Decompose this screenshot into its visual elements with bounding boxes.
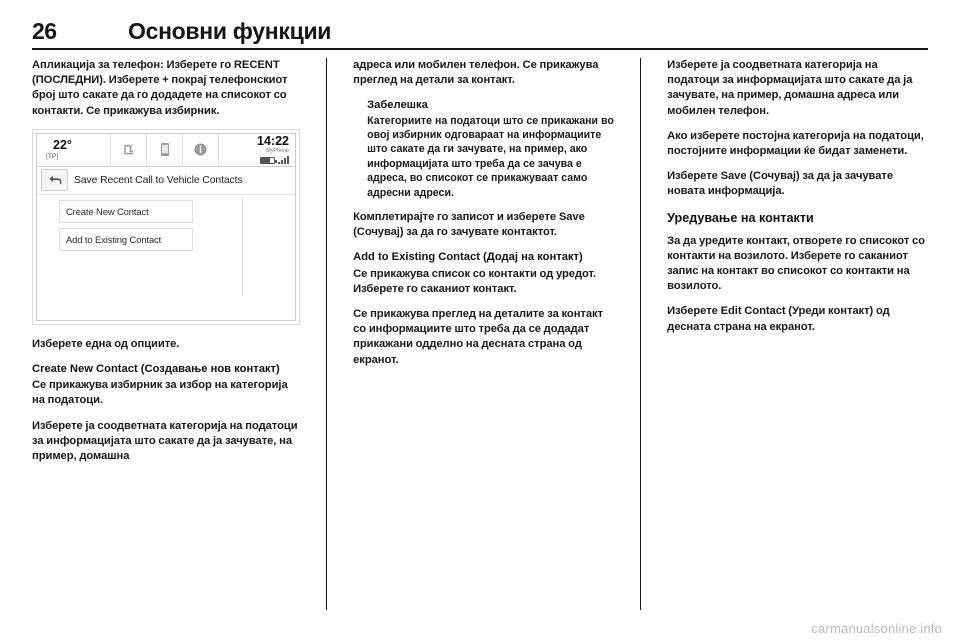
note-block: Забелешка Категориите на податоци што се… [353,98,614,200]
col3-paragraph-5: Изберете Edit Contact (Уреди контакт) од… [667,305,890,333]
screen-title-row: Save Recent Call to Vehicle Contacts [37,167,295,195]
site-watermark: carmanualsonline.info [811,621,942,636]
temperature-value: 22° [53,137,72,152]
col3-heading-1: Уредување на контакти [667,210,814,225]
tp-label: [TP] [46,152,59,160]
indicator-group [260,156,289,165]
clock-and-indicators: 14:22 MyPhone [219,134,295,166]
clock: 14:22 [257,134,289,149]
signal-strength-icon [278,156,289,165]
menu-item-add-to-existing-contact[interactable]: Add to Existing Contact [59,227,193,251]
col3-paragraph-3: Изберете Save (Сочувај) за да ја зачуват… [667,170,894,198]
status-bar: 22° [TP] 14:22 MyPhone [37,133,295,167]
infotainment-screen: 22° [TP] 14:22 MyPhone Save Recent Call … [36,132,296,321]
col1-subhead-1: Create New Contact (Создавање нов контак… [32,363,280,376]
screen-title: Save Recent Call to Vehicle Contacts [74,174,243,186]
column-gap-2 [327,58,353,610]
panel-divider [242,196,243,297]
chapter-title: Основни функции [128,18,332,44]
seat-heater-icon[interactable] [111,133,147,166]
col3-paragraph-2: Ако изберете постојна категорија на пода… [667,129,924,158]
column-gap-3 [614,58,640,610]
page-number: 26 [32,18,57,44]
back-button[interactable] [41,169,68,192]
back-arrow-icon [49,176,61,185]
header-divider [32,48,928,50]
col3-paragraph-4: За да уредите контакт, отворете го списо… [667,234,925,293]
col2-paragraph-1: адреса или мобилен телефон. Се прикажува… [353,59,599,87]
column-gap-4 [641,58,667,610]
phone-icon[interactable] [147,133,183,166]
note-title: Забелешка [367,99,428,112]
note-body: Категориите на податоци што се прикажани… [367,114,614,199]
connected-phone-name: MyPhone [266,148,289,155]
temperature-display: 22° [TP] [37,133,111,166]
column-3: Изберете ја соодветната категорија на по… [667,58,928,610]
screen-body: Create New Contact Add to Existing Conta… [37,195,295,320]
info-icon[interactable] [183,133,219,166]
col1-paragraph-2: Изберете една од опциите. [32,337,180,350]
col2-paragraph-2: Комплетирајте го записот и изберете Save… [353,211,585,239]
manual-page: 26 Основни функции Апликација за телефон… [0,0,960,642]
col1-paragraph-1: Апликација за телефон: Изберете го RECEN… [32,59,288,117]
infotainment-figure: 22° [TP] 14:22 MyPhone Save Recent Call … [32,128,300,325]
col2-paragraph-4: Се прикажува преглед на деталите за конт… [353,308,603,366]
page-header: 26 Основни функции [32,18,928,52]
column-gap-1 [300,58,326,610]
menu-item-create-new-contact[interactable]: Create New Contact [59,199,193,223]
column-1: Апликација за телефон: Изберете го RECEN… [32,58,300,610]
content-columns: Апликација за телефон: Изберете го RECEN… [32,58,928,610]
col2-paragraph-3: Се прикажува список со контакти од уредо… [353,267,597,295]
column-2: адреса или мобилен телефон. Се прикажува… [353,58,614,610]
col1-paragraph-4: Изберете ја соодветната категорија на по… [32,419,298,463]
col3-paragraph-1: Изберете ја соодветната категорија на по… [667,59,913,117]
col2-subhead-1: Add to Existing Contact (Додај на контак… [353,251,583,264]
col1-paragraph-3: Се прикажува избирник за избор на катего… [32,379,288,407]
battery-icon [260,156,277,164]
